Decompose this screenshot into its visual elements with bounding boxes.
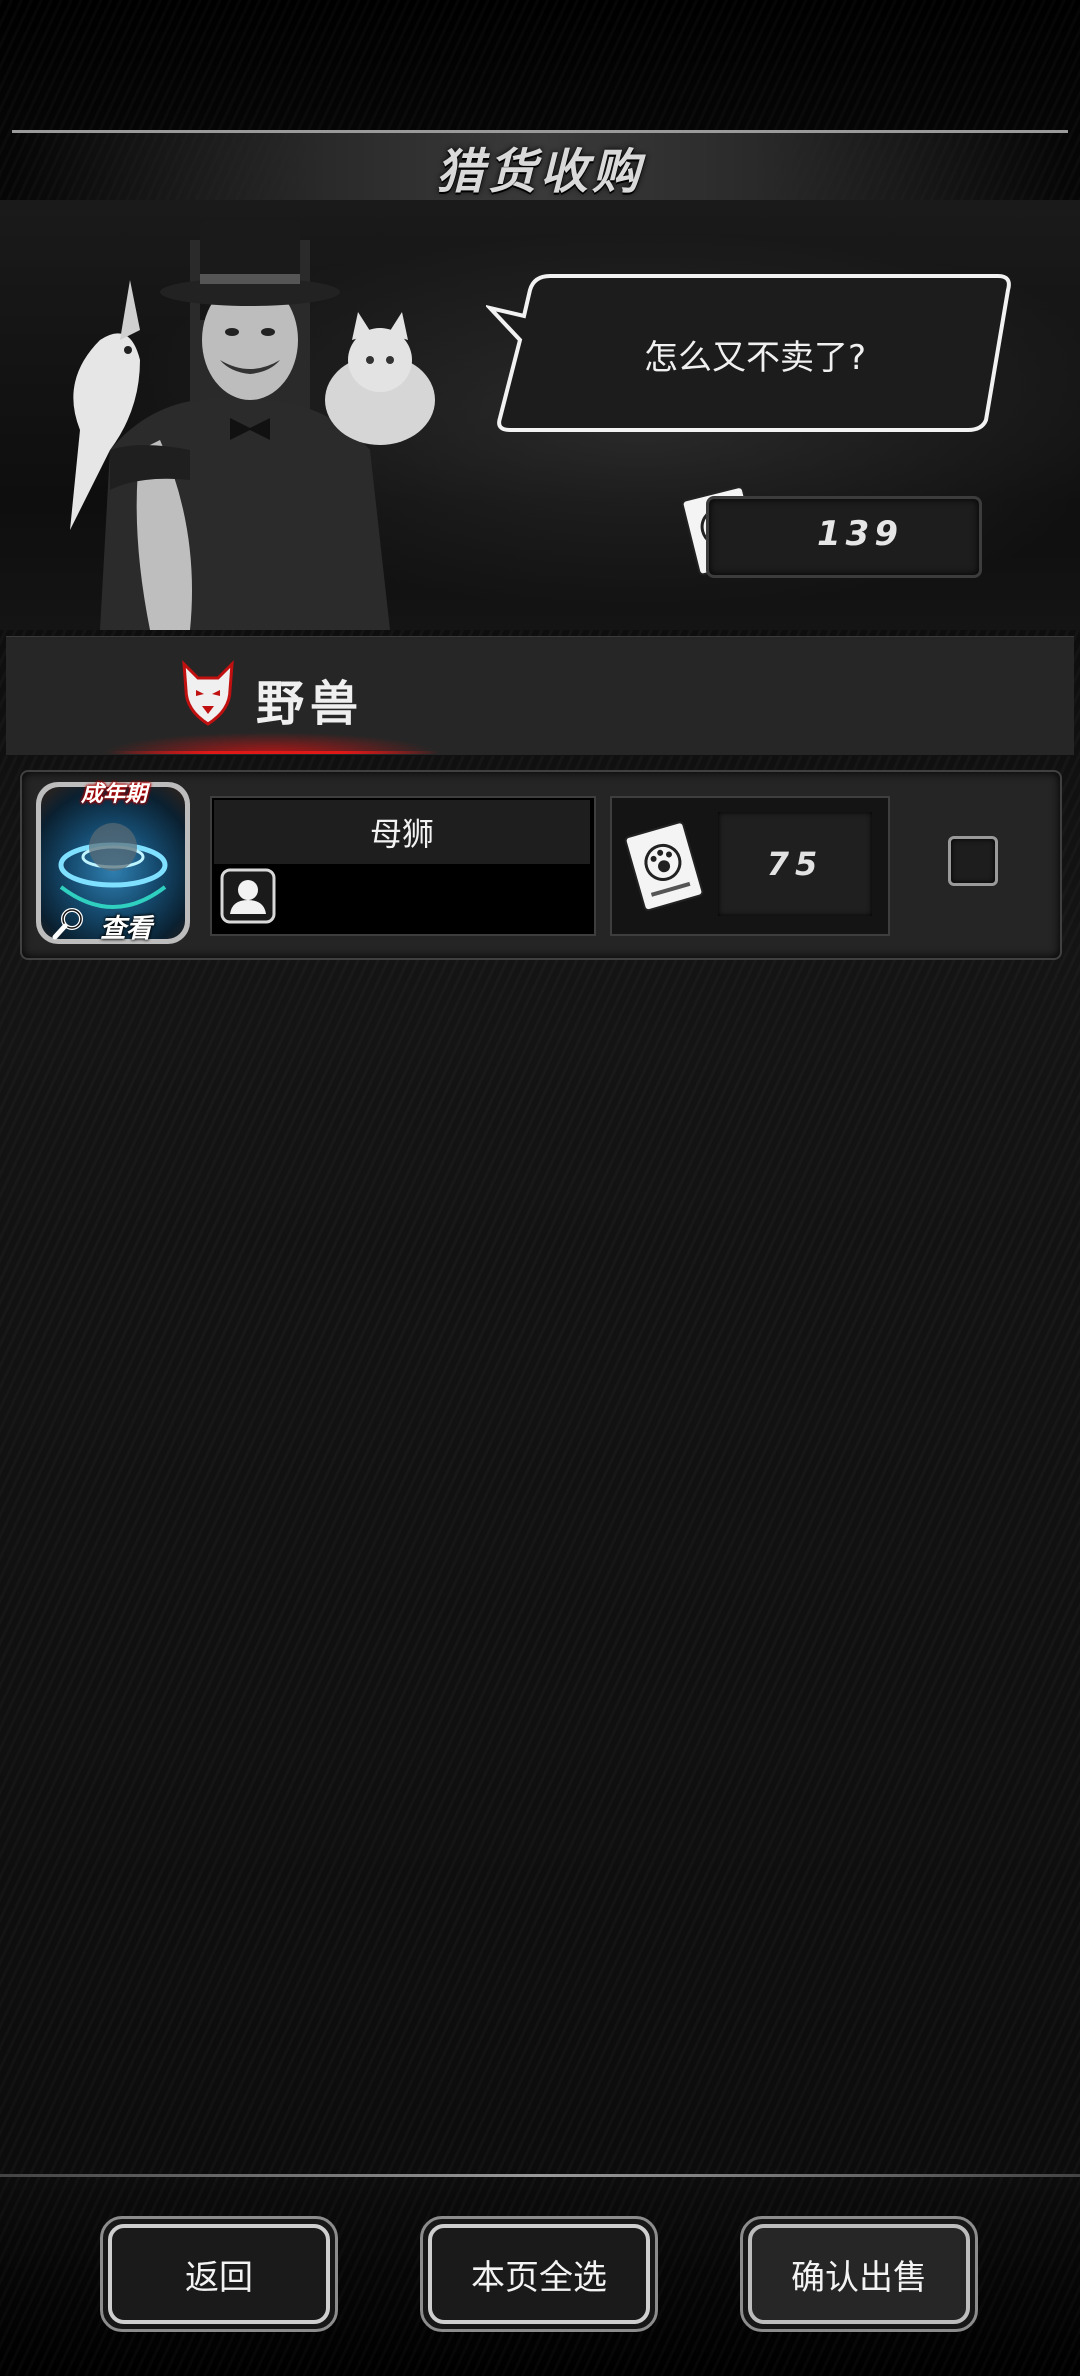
confirm-sell-button-label: 确认出售: [748, 2224, 970, 2324]
select-all-button[interactable]: 本页全选: [420, 2216, 658, 2332]
magnify-icon: [52, 908, 83, 940]
person-icon: [220, 868, 276, 924]
confirm-sell-button[interactable]: 确认出售: [740, 2216, 978, 2332]
growth-stage-badge: 成年期: [80, 782, 147, 807]
item-price: 75: [718, 812, 872, 916]
category-tab-beasts[interactable]: 野兽: [256, 664, 364, 734]
title-bar: 猎货收购: [12, 130, 1068, 204]
merchant-speech: 怎么又不卖了?: [643, 338, 867, 378]
back-button[interactable]: 返回: [100, 2216, 338, 2332]
bottom-divider: [0, 2174, 1080, 2177]
back-button-label: 返回: [108, 2224, 330, 2324]
view-details-link[interactable]: 查看: [100, 908, 152, 945]
currency-value: 139: [817, 514, 903, 554]
item-select-checkbox[interactable]: [948, 836, 998, 886]
select-all-button-label: 本页全选: [428, 2224, 650, 2324]
page-title: 猎货收购: [435, 144, 644, 200]
category-underline: [110, 751, 440, 754]
merchant-illustration: [70, 220, 435, 630]
paw-card-icon: [624, 821, 704, 912]
wolf-icon: [182, 660, 234, 726]
item-name: 母狮: [214, 800, 590, 864]
